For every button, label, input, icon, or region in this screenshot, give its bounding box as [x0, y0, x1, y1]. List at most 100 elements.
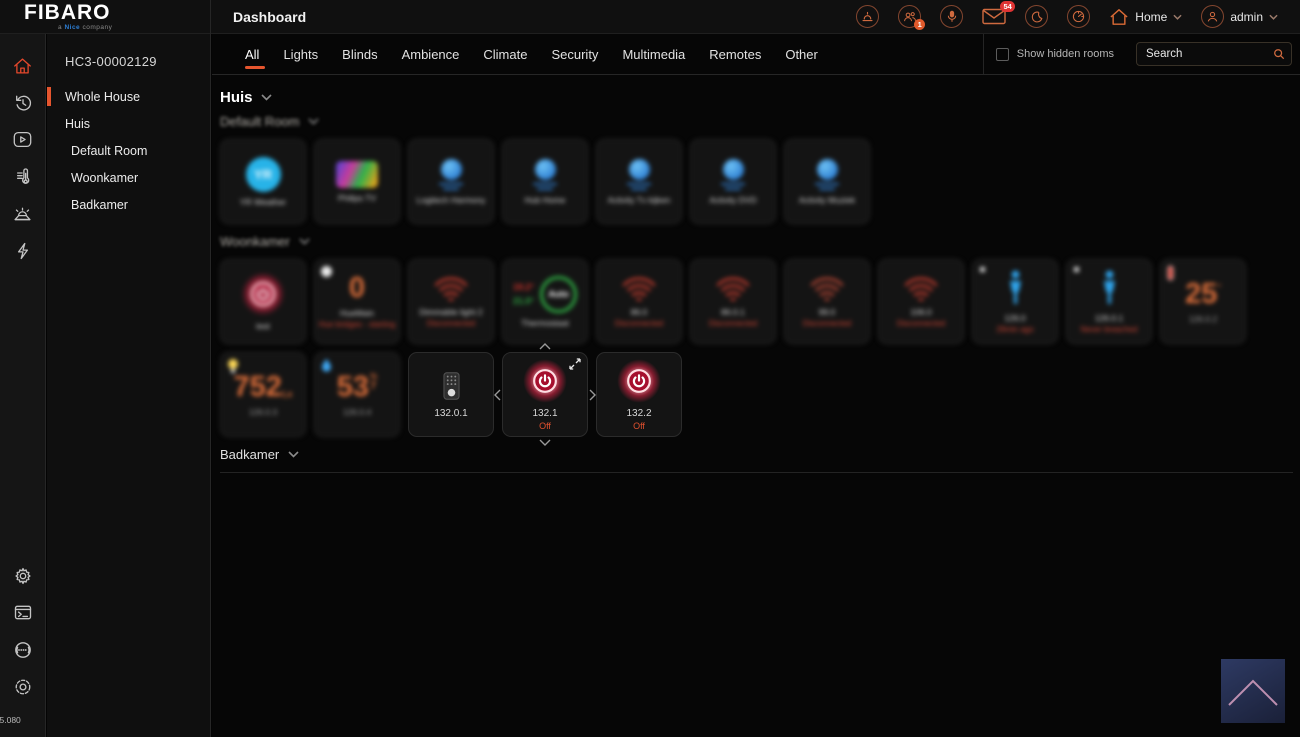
tile-humidity-126-0-4[interactable]: 53 %7 126.0.4 — [314, 352, 400, 437]
temp-low: 21.0° — [513, 296, 534, 306]
tab-all[interactable]: All — [233, 34, 271, 74]
avatar — [1201, 5, 1224, 28]
room-header-badkamer[interactable]: Badkamer — [220, 447, 1292, 462]
microphone-icon[interactable] — [940, 5, 963, 28]
tile-test-switch[interactable]: test — [220, 259, 306, 344]
tab-multimedia[interactable]: Multimedia — [610, 34, 697, 74]
tab-security[interactable]: Security — [539, 34, 610, 74]
tile-99-0[interactable]: 99.0 Disconnected — [784, 259, 870, 344]
caret-left-icon[interactable] — [494, 389, 501, 401]
section-title: Huis — [220, 89, 253, 106]
sidebar-item-badkamer[interactable]: Badkamer — [47, 191, 210, 218]
sidebar-item-default-room[interactable]: Default Room — [47, 137, 210, 164]
wifi-disconnected-icon — [621, 276, 657, 302]
filter-bar: All Lights Blinds Ambience Climate Secur… — [212, 34, 1300, 75]
wifi-disconnected-icon — [715, 276, 751, 302]
tab-climate[interactable]: Climate — [471, 34, 539, 74]
tile-remote-132-0-1[interactable]: 132.0.1 — [408, 352, 494, 437]
tile-106-0[interactable]: 106.0 Disconnected — [878, 259, 964, 344]
tab-ambience[interactable]: Ambience — [390, 34, 472, 74]
gauge-icon[interactable] — [1067, 5, 1090, 28]
power-button-icon[interactable] — [523, 359, 567, 403]
tile-status: Off — [633, 421, 645, 431]
tile-86-0[interactable]: 86.0 Disconnected — [596, 259, 682, 344]
section-divider — [220, 472, 1293, 473]
section-header-huis[interactable]: Huis — [220, 89, 1292, 106]
tile-huemain[interactable]: 0 HueMain Hue bridges - starting — [314, 259, 400, 344]
room-name: Default Room — [220, 114, 299, 129]
users-icon[interactable]: 1 — [898, 5, 921, 28]
tile-hub-home[interactable]: Hub Home — [502, 139, 588, 224]
tile-activity-muziek[interactable]: Activity Muziek — [784, 139, 870, 224]
tab-blinds[interactable]: Blinds — [330, 34, 389, 74]
network-icon[interactable] — [0, 631, 46, 668]
tile-thermostaat[interactable]: 19.2° 21.0° Auto Thermostaat — [502, 259, 588, 344]
tile-86-0-1[interactable]: 86.0.1 Disconnected — [690, 259, 776, 344]
tab-remotes[interactable]: Remotes — [697, 34, 773, 74]
tagline-pre: a — [58, 24, 62, 31]
tile-switch-132-2[interactable]: 132.2 Off — [596, 352, 682, 437]
tile-activity-dvd[interactable]: Activity DVD — [690, 139, 776, 224]
tile-value: 0 — [349, 274, 365, 303]
tile-motion-126-0[interactable]: 126.0 29min ago — [972, 259, 1058, 344]
tile-status: Never breached — [1081, 325, 1138, 334]
tile-switch-132-1[interactable]: 132.1 Off — [502, 352, 588, 437]
user-menu[interactable]: admin — [1201, 5, 1278, 28]
caret-down-icon[interactable] — [539, 439, 551, 446]
nav-home-icon[interactable] — [0, 47, 46, 84]
nav-climate-icon[interactable] — [0, 158, 46, 195]
console-icon[interactable] — [0, 594, 46, 631]
tile-motion-126-0-1[interactable]: 126.0.1 Never breached — [1066, 259, 1152, 344]
remote-control-icon — [443, 371, 460, 401]
page-title: Dashboard — [233, 9, 306, 25]
tile-label: 126.0.1 — [1095, 313, 1123, 323]
nav-alarm-icon[interactable] — [0, 195, 46, 232]
sleep-mode-icon[interactable] — [1025, 5, 1048, 28]
tile-label: Activity Tv kijken — [608, 195, 671, 205]
search-input[interactable] — [1136, 42, 1292, 66]
tagline-post: company — [82, 24, 112, 31]
tile-label: Thermostaat — [521, 318, 569, 328]
woonkamer-tiles: test 0 HueMain Hue bridges - starting Di… — [220, 259, 1260, 437]
caret-right-icon[interactable] — [589, 389, 596, 401]
icon-rail: 5.080 — [0, 34, 46, 737]
power-button-icon[interactable] — [617, 359, 661, 403]
room-header-default-room[interactable]: Default Room — [220, 114, 1292, 129]
tile-temp-126-0-2[interactable]: 25° 126.0.2 — [1160, 259, 1246, 344]
mail-icon[interactable]: 54 — [982, 8, 1006, 25]
person-icon — [1101, 270, 1118, 308]
nav-scenes-icon[interactable] — [0, 121, 46, 158]
nav-history-icon[interactable] — [0, 84, 46, 121]
tab-lights[interactable]: Lights — [271, 34, 330, 74]
sidebar-item-huis[interactable]: Huis — [47, 110, 210, 137]
nav-energy-icon[interactable] — [0, 232, 46, 269]
tile-status: Disconnected — [615, 319, 663, 328]
tile-dimmable-light-2[interactable]: Dimmable light 2 Disconnected — [408, 259, 494, 344]
tile-activity-tv[interactable]: Activity Tv kijken — [596, 139, 682, 224]
tile-logitech-harmony[interactable]: Logitech Harmony — [408, 139, 494, 224]
sidebar-item-whole-house[interactable]: Whole House — [47, 83, 210, 110]
expand-icon[interactable] — [569, 358, 581, 370]
chevron-down-icon — [1269, 14, 1278, 20]
tile-yr-weather[interactable]: YR YR Weather — [220, 139, 306, 224]
settings-gear-icon[interactable] — [0, 557, 46, 594]
tile-label: 132.1 — [532, 408, 557, 419]
show-hidden-rooms-checkbox[interactable] — [996, 48, 1009, 61]
logo-text: FIBARO — [24, 2, 111, 23]
power-button-icon — [241, 272, 285, 316]
yr-weather-icon: YR — [246, 157, 281, 192]
caret-up-icon[interactable] — [539, 343, 551, 350]
service-icon[interactable] — [0, 668, 46, 705]
alarm-bell-icon[interactable] — [856, 5, 879, 28]
tile-lux-126-0-3[interactable]: 752Lx 126.0.3 — [220, 352, 306, 437]
tile-philips-tv[interactable]: Philips TV — [314, 139, 400, 224]
tab-other[interactable]: Other — [773, 34, 830, 74]
room-name: Badkamer — [220, 447, 279, 462]
home-selector[interactable]: Home — [1109, 8, 1182, 26]
chart-widget-thumbnail[interactable] — [1221, 659, 1285, 723]
tile-label: 99.0 — [819, 307, 836, 317]
sidebar-item-woonkamer[interactable]: Woonkamer — [47, 164, 210, 191]
thermometer-icon — [1167, 265, 1174, 286]
room-header-woonkamer[interactable]: Woonkamer — [220, 234, 1292, 249]
logo-tagline: a Nice company — [58, 24, 112, 31]
